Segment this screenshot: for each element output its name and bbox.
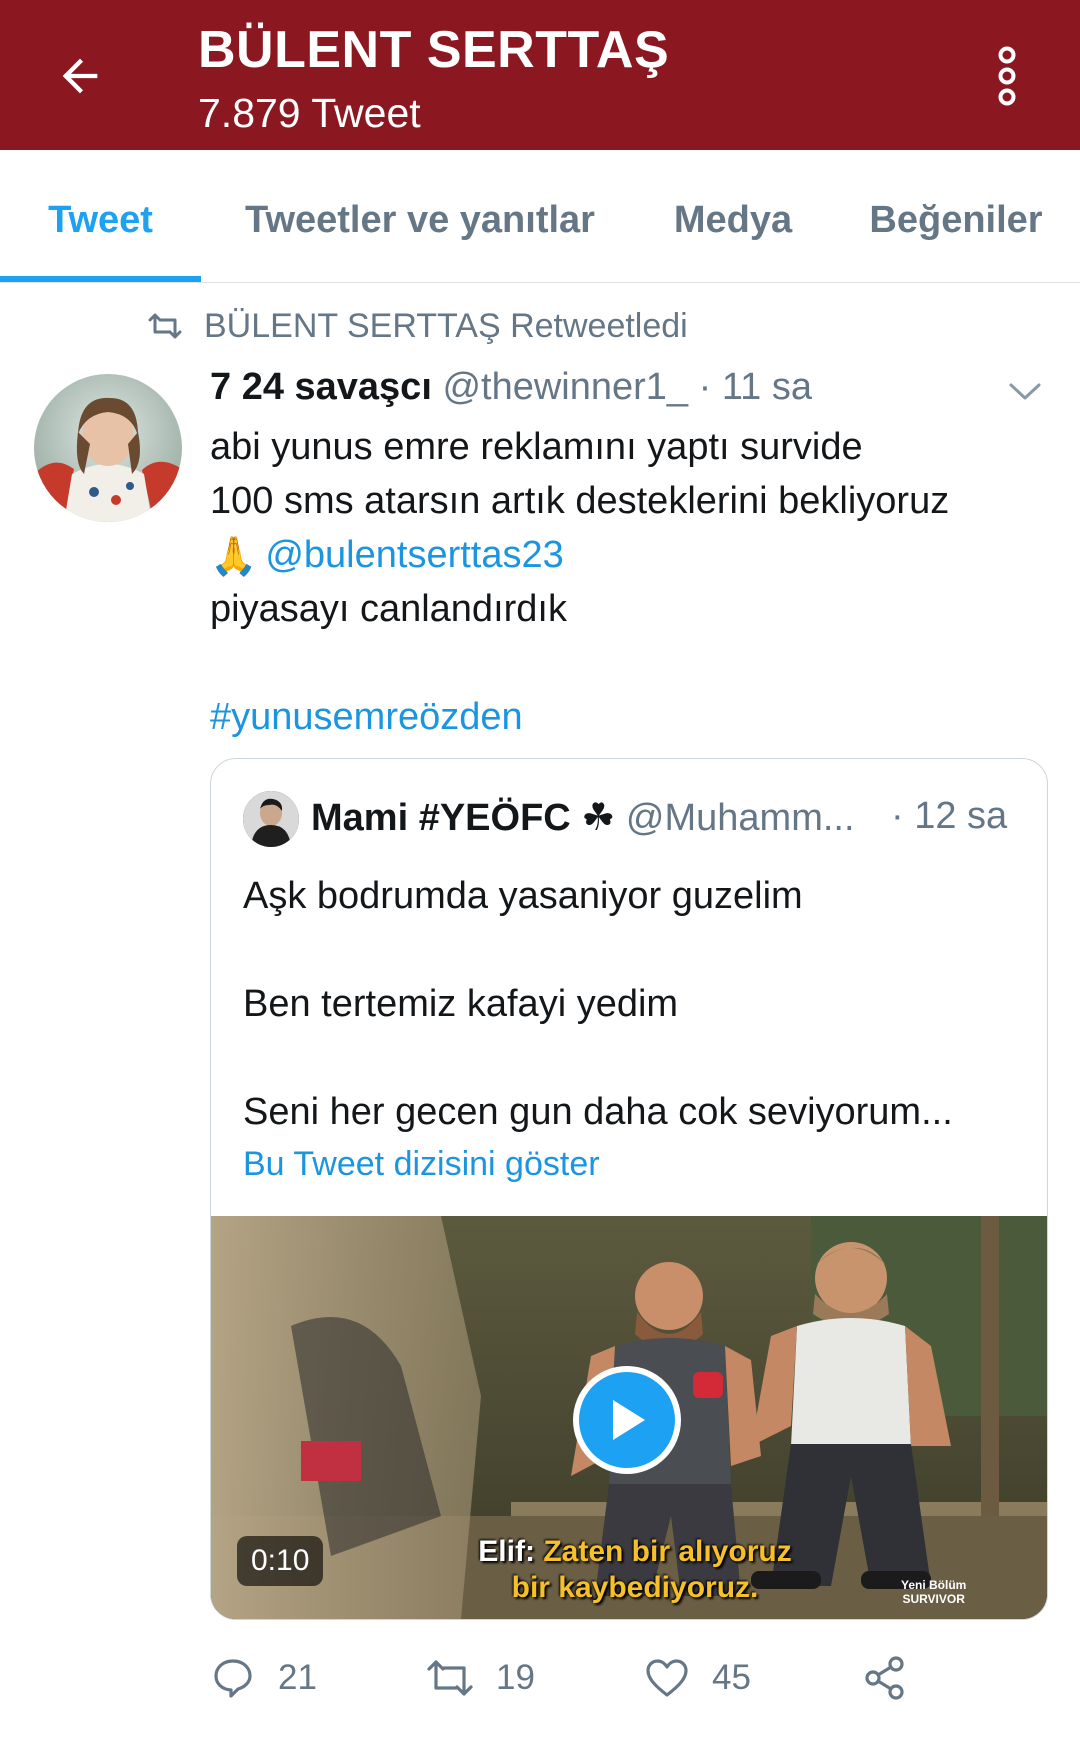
tweet-time: · 11 sa <box>698 366 812 408</box>
retweet-count: 19 <box>496 1658 535 1697</box>
arrow-left-icon <box>62 58 98 94</box>
video-caption: Elif: Zaten bir alıyoruz bir kaybediyoru… <box>425 1534 845 1606</box>
quoted-line: Aşk bodrumda yasaniyor guzelim <box>243 875 803 917</box>
tweet-body: abi yunus emre reklamını yaptı survide 1… <box>210 420 1050 744</box>
quoted-line: Ben tertemiz kafayi yedim <box>243 983 679 1025</box>
tweet-line: piyasayı canlandırdık <box>210 588 567 630</box>
retweeted-by-row[interactable]: BÜLENT SERTTAŞ Retweetledi <box>148 304 688 348</box>
tab-tweets[interactable]: Tweet <box>0 150 201 282</box>
tweet-actions: 21 19 45 <box>210 1648 1050 1708</box>
reply-icon <box>214 1659 252 1698</box>
video-player[interactable]: 0:10 Elif: Zaten bir alıyoruz bir kaybed… <box>211 1216 1047 1619</box>
profile-tabs: Tweet Tweetler ve yanıtlar Medya Beğenil… <box>0 150 1080 283</box>
like-button[interactable]: 45 <box>644 1648 751 1708</box>
quoted-author-name[interactable]: Mami #YEÖFC ☘ <box>311 797 615 839</box>
channel-watermark: Yeni Bölüm SURVIVOR <box>901 1578 966 1606</box>
author-name[interactable]: 7 24 savaşcı <box>210 366 432 408</box>
avatar-image <box>34 374 182 522</box>
share-icon <box>865 1656 904 1700</box>
quoted-avatar-image <box>243 791 299 847</box>
video-duration: 0:10 <box>237 1536 324 1586</box>
back-button[interactable] <box>40 36 120 116</box>
chevron-down-icon <box>1009 383 1041 400</box>
tab-tweets-and-replies[interactable]: Tweetler ve yanıtlar <box>220 150 620 282</box>
more-options-button[interactable] <box>972 36 1042 116</box>
folded-hands-emoji: 🙏 <box>210 535 258 578</box>
active-tab-indicator <box>0 276 201 282</box>
tab-media[interactable]: Medya <box>648 150 818 282</box>
tab-likes[interactable]: Beğeniler <box>858 150 1054 282</box>
watermark-line-2: SURVIVOR <box>902 1592 965 1606</box>
quoted-author-avatar[interactable] <box>243 791 299 847</box>
heart-icon <box>646 1659 688 1697</box>
mention-link[interactable]: @bulentserttas23 <box>265 534 563 576</box>
quoted-author-handle[interactable]: @Muhamm... <box>626 797 855 839</box>
caption-line-2: bir kaybediyoruz. <box>511 1571 759 1604</box>
show-thread-link[interactable]: Bu Tweet dizisini göster <box>243 1145 600 1184</box>
author-handle[interactable]: @thewinner1_ <box>442 366 688 408</box>
quoted-tweet-body: Aşk bodrumda yasaniyor guzelim Ben terte… <box>243 869 1023 1139</box>
profile-name: BÜLENT SERTTAŞ <box>198 21 670 79</box>
profile-header: BÜLENT SERTTAŞ 7.879 Tweet <box>0 0 1080 150</box>
retweet-button[interactable]: 19 <box>426 1648 535 1708</box>
caption-line-1: Zaten bir alıyoruz <box>543 1535 792 1568</box>
watermark-line-1: Yeni Bölüm <box>901 1578 967 1592</box>
retweet-icon <box>427 1660 473 1696</box>
like-count: 45 <box>712 1658 751 1697</box>
tweet-line-mention: 🙏 @bulentserttas23 <box>210 528 1050 582</box>
quoted-tweet-time: · 12 sa <box>891 795 1008 837</box>
quoted-header: Mami #YEÖFC ☘ @Muhamm... <box>311 795 855 840</box>
quoted-tweet-card[interactable]: Mami #YEÖFC ☘ @Muhamm... · 12 sa Aşk bod… <box>210 758 1048 1620</box>
retweet-icon <box>148 313 182 339</box>
quoted-line <box>243 1031 1023 1085</box>
play-button[interactable] <box>573 1366 681 1474</box>
author-avatar[interactable] <box>34 374 182 522</box>
reply-count: 21 <box>278 1658 317 1697</box>
reply-button[interactable]: 21 <box>210 1648 317 1708</box>
quoted-line: Seni her gecen gun daha cok seviyorum... <box>243 1091 953 1133</box>
share-button[interactable] <box>862 1648 930 1708</box>
tweet-menu-button[interactable] <box>1005 372 1045 412</box>
tweet-count: 7.879 Tweet <box>198 90 421 136</box>
caption-speaker: Elif: <box>478 1535 535 1568</box>
retweeted-by-label: BÜLENT SERTTAŞ Retweetledi <box>204 306 688 345</box>
tweet-header: 7 24 savaşcı @thewinner1_ · 11 sa <box>210 366 812 409</box>
tweet-line: abi yunus emre reklamını yaptı survide <box>210 426 863 468</box>
hashtag-link[interactable]: #yunusemreözden <box>210 696 523 738</box>
vertical-dots-icon <box>998 46 1016 106</box>
quoted-line <box>243 923 1023 977</box>
play-icon <box>579 1372 675 1468</box>
tweet-line: 100 sms atarsın artık desteklerini bekli… <box>210 480 950 522</box>
